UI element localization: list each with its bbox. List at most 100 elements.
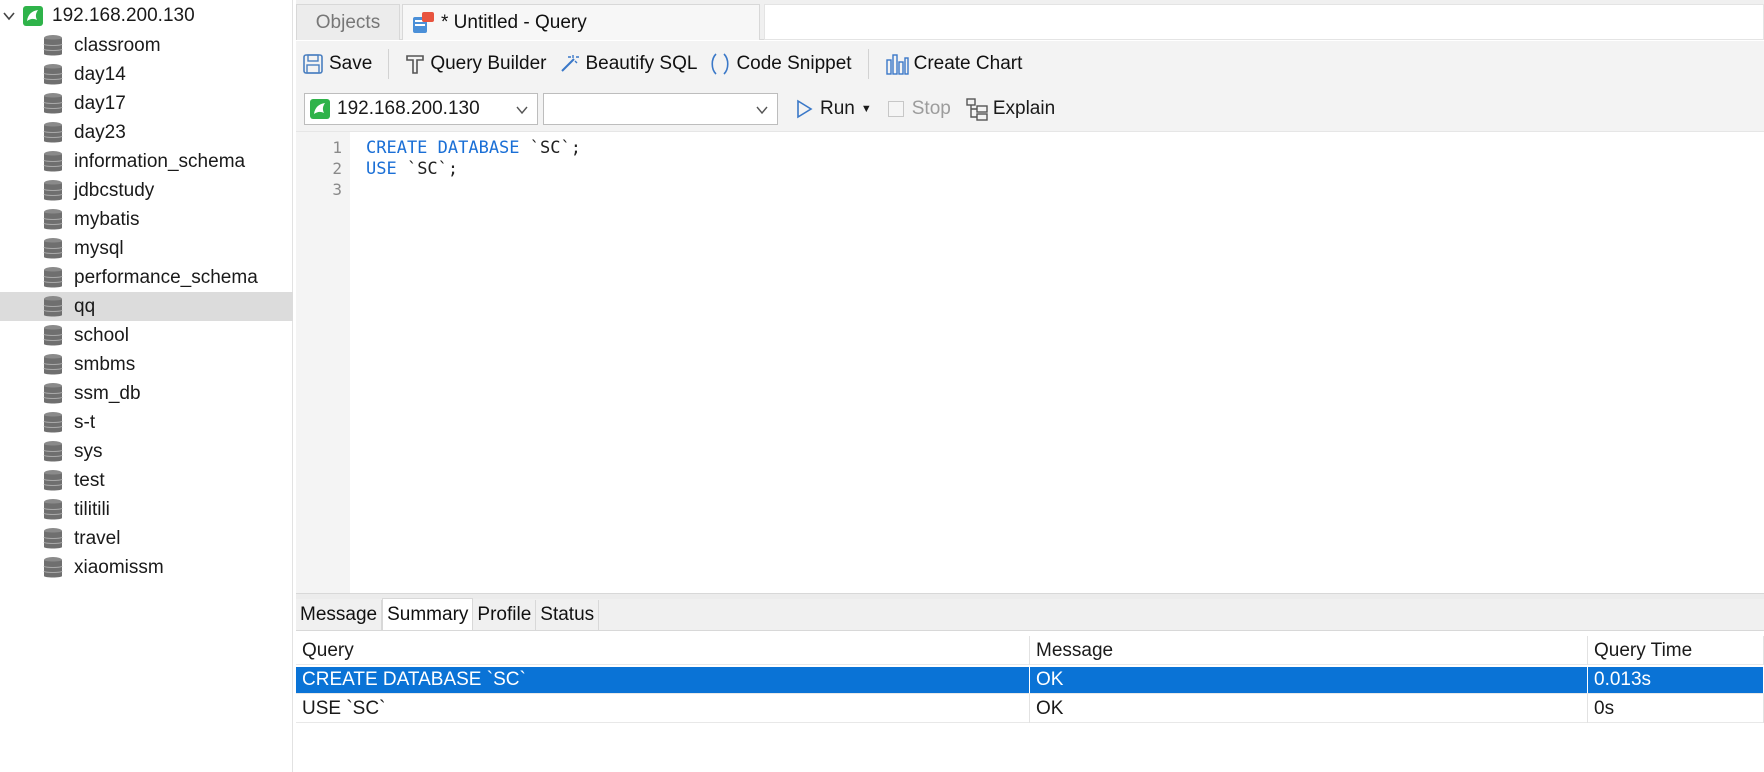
run-bar: 192.168.200.130 Run ▼ Stop Explain — [296, 87, 1764, 131]
play-icon — [797, 99, 813, 119]
database-item-label: qq — [74, 295, 96, 317]
database-item-mysql[interactable]: mysql — [0, 234, 293, 263]
save-label: Save — [329, 53, 373, 74]
line-number-gutter: 1 2 3 — [296, 132, 350, 594]
database-item-label: jdbcstudy — [74, 179, 155, 201]
stop-icon — [887, 101, 904, 117]
database-item-information_schema[interactable]: information_schema — [0, 147, 293, 176]
sql-keyword: CREATE DATABASE — [366, 138, 520, 158]
database-icon — [43, 92, 63, 113]
database-icon — [43, 63, 63, 84]
database-item-school[interactable]: school — [0, 321, 293, 350]
connection-select-value: 192.168.200.130 — [337, 98, 480, 119]
database-item-label: school — [74, 324, 129, 346]
connection-node[interactable]: 192.168.200.130 — [0, 2, 293, 30]
connection-label: 192.168.200.130 — [52, 5, 195, 26]
tab-bar-empty — [764, 4, 1764, 40]
database-item-label: tilitili — [74, 498, 110, 520]
summary-table: Query Message Query Time CREATE DATABASE `S… — [296, 636, 1764, 723]
database-item-day14[interactable]: day14 — [0, 60, 293, 89]
tab-objects-label: Objects — [315, 11, 381, 33]
database-item-day23[interactable]: day23 — [0, 118, 293, 147]
table-cell: CREATE DATABASE `SC` — [296, 667, 1030, 693]
tab-profile[interactable]: Profile — [473, 600, 537, 630]
database-item-mybatis[interactable]: mybatis — [0, 205, 293, 234]
database-icon — [43, 266, 63, 287]
run-button[interactable]: Run ▼ — [794, 98, 872, 120]
line-number: 1 — [332, 138, 342, 157]
database-item-sys[interactable]: sys — [0, 437, 293, 466]
tab-objects[interactable]: Objects — [296, 4, 400, 40]
table-header: Query Message Query Time — [296, 636, 1764, 665]
database-item-label: mysql — [74, 237, 124, 259]
database-item-s-t[interactable]: s-t — [0, 408, 293, 437]
query-tab-icon — [413, 11, 434, 33]
database-item-jdbcstudy[interactable]: jdbcstudy — [0, 176, 293, 205]
tab-query-label: * Untitled - Query — [441, 11, 587, 33]
database-icon — [43, 556, 63, 577]
query-toolbar: Save Query Builder Beautify SQL Code Sni… — [296, 41, 1764, 87]
save-icon — [303, 54, 323, 74]
column-header[interactable]: Query Time — [1588, 636, 1764, 665]
tab-message[interactable]: Message — [296, 600, 383, 630]
table-row[interactable]: CREATE DATABASE `SC` OK 0.013s — [296, 665, 1764, 694]
explain-button[interactable]: Explain — [965, 97, 1055, 121]
database-item-label: travel — [74, 527, 121, 549]
tab-query[interactable]: * Untitled - Query — [402, 4, 760, 40]
database-icon — [43, 498, 63, 519]
query-builder-button[interactable]: Query Builder — [399, 47, 552, 81]
database-item-day17[interactable]: day17 — [0, 89, 293, 118]
column-header[interactable]: Message — [1030, 636, 1588, 665]
sql-text: `SC`; — [396, 159, 459, 179]
database-item-tilitili[interactable]: tilitili — [0, 495, 293, 524]
tab-summary[interactable]: Summary — [382, 598, 474, 630]
database-item-label: sys — [74, 440, 103, 462]
chevron-down-icon[interactable] — [2, 9, 16, 23]
database-item-smbms[interactable]: smbms — [0, 350, 293, 379]
beautify-sql-label: Beautify SQL — [585, 53, 698, 74]
column-header[interactable]: Query — [296, 636, 1030, 665]
database-item-qq[interactable]: qq — [0, 292, 293, 321]
chevron-down-icon — [756, 106, 768, 115]
run-dropdown-icon[interactable]: ▼ — [861, 103, 872, 115]
toolbar-divider — [388, 49, 390, 79]
save-button[interactable]: Save — [296, 47, 378, 81]
explain-icon — [966, 98, 988, 121]
tab-status[interactable]: Status — [536, 600, 600, 630]
database-item-performance_schema[interactable]: performance_schema — [0, 263, 293, 292]
database-item-label: day17 — [74, 92, 126, 114]
create-chart-button[interactable]: Create Chart — [879, 47, 1029, 81]
sql-editor[interactable]: 123 CREATE DATABASE `SC`; USE `SC`; — [296, 131, 1764, 594]
sql-text: `SC`; — [519, 138, 581, 158]
connection-icon — [23, 6, 43, 26]
database-item-label: s-t — [74, 411, 96, 433]
database-icon — [43, 208, 63, 229]
code-snippet-button[interactable]: Code Snippet — [703, 47, 857, 81]
database-item-test[interactable]: test — [0, 466, 293, 495]
create-chart-label: Create Chart — [913, 53, 1023, 74]
database-item-label: ssm_db — [74, 382, 141, 404]
query-builder-label: Query Builder — [430, 53, 547, 74]
connection-tree: 192.168.200.130 classroom day14 day17 day23… — [0, 0, 293, 772]
database-item-label: information_schema — [74, 150, 246, 172]
database-item-label: smbms — [74, 353, 136, 375]
connection-select[interactable]: 192.168.200.130 — [304, 93, 538, 125]
database-item-classroom[interactable]: classroom — [0, 31, 293, 60]
tab-bar: Objects * Untitled - Query — [296, 0, 1764, 40]
parentheses-icon — [711, 53, 729, 75]
database-item-xiaomissm[interactable]: xiaomissm — [0, 553, 293, 582]
database-select[interactable] — [543, 93, 778, 125]
query-workspace: Objects * Untitled - Query Save Query Bu… — [296, 0, 1764, 772]
database-item-ssm_db[interactable]: ssm_db — [0, 379, 293, 408]
database-item-travel[interactable]: travel — [0, 524, 293, 553]
run-label: Run — [820, 98, 855, 119]
code-snippet-label: Code Snippet — [736, 53, 852, 74]
stop-button: Stop — [887, 98, 951, 120]
stop-label: Stop — [911, 98, 951, 119]
database-icon — [43, 527, 63, 548]
sql-keyword: USE — [366, 159, 397, 179]
table-row[interactable]: USE `SC` OK 0s — [296, 694, 1764, 723]
beautify-sql-button[interactable]: Beautify SQL — [552, 47, 703, 81]
database-item-label: mybatis — [74, 208, 140, 230]
table-cell: OK — [1030, 667, 1588, 693]
